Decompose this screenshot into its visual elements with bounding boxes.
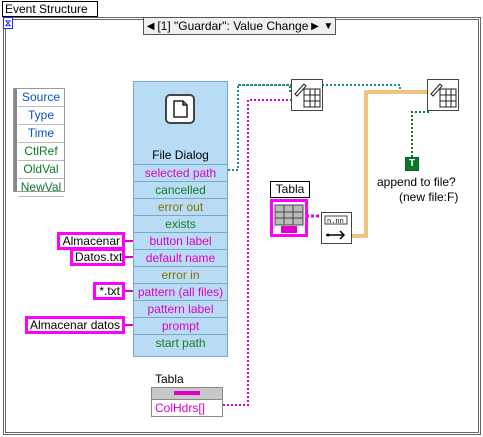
write-spreadsheet-icon[interactable] [291, 79, 323, 111]
file-dialog-icon [165, 94, 195, 124]
edn-item-oldval[interactable]: OldVal [18, 161, 64, 179]
edn-item-newval[interactable]: NewVal [18, 179, 64, 197]
event-data-node[interactable]: Source Type Time CtlRef OldVal NewVal [13, 88, 65, 197]
pattern-constant[interactable]: *.txt [93, 282, 125, 300]
edn-item-type[interactable]: Type [18, 107, 64, 125]
edn-item-source[interactable]: Source [18, 89, 64, 107]
file-dialog-terminal[interactable]: pattern (all files) [133, 283, 228, 300]
write-spreadsheet-icon[interactable] [427, 79, 459, 111]
file-dialog-terminal[interactable]: exists [133, 215, 228, 232]
file-dialog-terminal[interactable]: button label [133, 232, 228, 249]
path-wire-1 [228, 84, 291, 171]
property-node[interactable]: ColHdrs[] [151, 387, 223, 417]
property-colhdrs[interactable]: ColHdrs[] [152, 400, 222, 416]
append-label-line1: append to file? [377, 175, 456, 189]
file-dialog-title: File Dialog [152, 148, 209, 162]
svg-text:n.nn: n.nn [327, 218, 344, 226]
prompt-constant[interactable]: Almacenar datos [25, 316, 125, 334]
file-dialog-terminal[interactable]: selected path [133, 164, 228, 181]
edn-item-ctlref[interactable]: CtlRef [18, 143, 64, 161]
append-bool-constant[interactable]: T [405, 157, 419, 171]
array-to-spreadsheet-icon[interactable]: n.nn [321, 212, 352, 244]
file-dialog-terminal[interactable]: start path [133, 334, 228, 351]
property-node-label: Tabla [155, 372, 184, 386]
tabla-terminal[interactable] [270, 199, 308, 237]
file-dialog-terminal[interactable]: prompt [133, 317, 228, 334]
file-dialog-terminal[interactable]: error out [133, 198, 228, 215]
table-icon [274, 204, 304, 233]
bool-wire [411, 111, 430, 157]
colhdrs-wire [223, 99, 292, 406]
file-dialog-terminal[interactable]: pattern label [133, 300, 228, 317]
file-dialog-terminal[interactable]: default name [133, 249, 228, 266]
tabla-label: Tabla [270, 181, 310, 198]
default-name-constant[interactable]: Datos.txt [70, 248, 125, 266]
append-label-line2: (new file:F) [399, 190, 459, 204]
file-dialog-terminal[interactable]: cancelled [133, 181, 228, 198]
file-dialog-terminal[interactable]: error in [133, 266, 228, 283]
edn-item-time[interactable]: Time [18, 125, 64, 143]
wires-layer [125, 84, 430, 406]
